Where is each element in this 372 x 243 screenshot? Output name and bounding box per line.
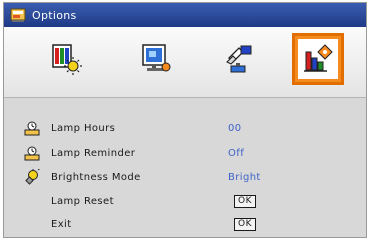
- lamp-hours-label: Lamp Hours: [51, 122, 116, 134]
- tab-options[interactable]: [292, 33, 344, 85]
- menu-tab-bar: [4, 27, 366, 98]
- window-title: Options: [32, 8, 77, 22]
- lamp-icon: [24, 146, 40, 161]
- menu-row-brightness-mode[interactable]: Brightness Mode Bright: [4, 167, 366, 187]
- options-chart-icon: [304, 44, 333, 72]
- brightness-mode-label: Brightness Mode: [51, 171, 141, 183]
- menu-row-exit[interactable]: Exit OK: [4, 214, 366, 234]
- lamp-reset-label: Lamp Reset: [51, 195, 114, 207]
- image-color-icon: [52, 44, 82, 75]
- menu-row-lamp-reset[interactable]: Lamp Reset OK: [4, 191, 366, 211]
- tab-image-settings[interactable]: [40, 33, 92, 85]
- options-menu-window: Options Lamp Hours 00 Lamp Reminder Off …: [3, 2, 367, 238]
- exit-label: Exit: [51, 218, 72, 230]
- lamp-icon: [24, 121, 40, 136]
- brightness-mode-value[interactable]: Bright: [228, 172, 261, 183]
- tab-display[interactable]: [130, 33, 182, 85]
- bulb-icon: [25, 169, 40, 185]
- tab-setup[interactable]: [212, 33, 264, 85]
- exit-ok-button[interactable]: OK: [234, 217, 256, 231]
- setup-hand-icon: [226, 45, 252, 73]
- menu-row-lamp-hours[interactable]: Lamp Hours 00: [4, 118, 366, 138]
- lamp-hours-value: 00: [228, 122, 242, 134]
- lamp-reminder-label: Lamp Reminder: [51, 147, 136, 159]
- lamp-reminder-value[interactable]: Off: [228, 148, 244, 159]
- options-title-icon: [10, 8, 26, 22]
- lamp-reset-ok-button[interactable]: OK: [234, 194, 256, 208]
- title-bar: Options: [4, 3, 366, 27]
- menu-row-lamp-reminder[interactable]: Lamp Reminder Off: [4, 143, 366, 163]
- display-screen-icon: [142, 44, 171, 72]
